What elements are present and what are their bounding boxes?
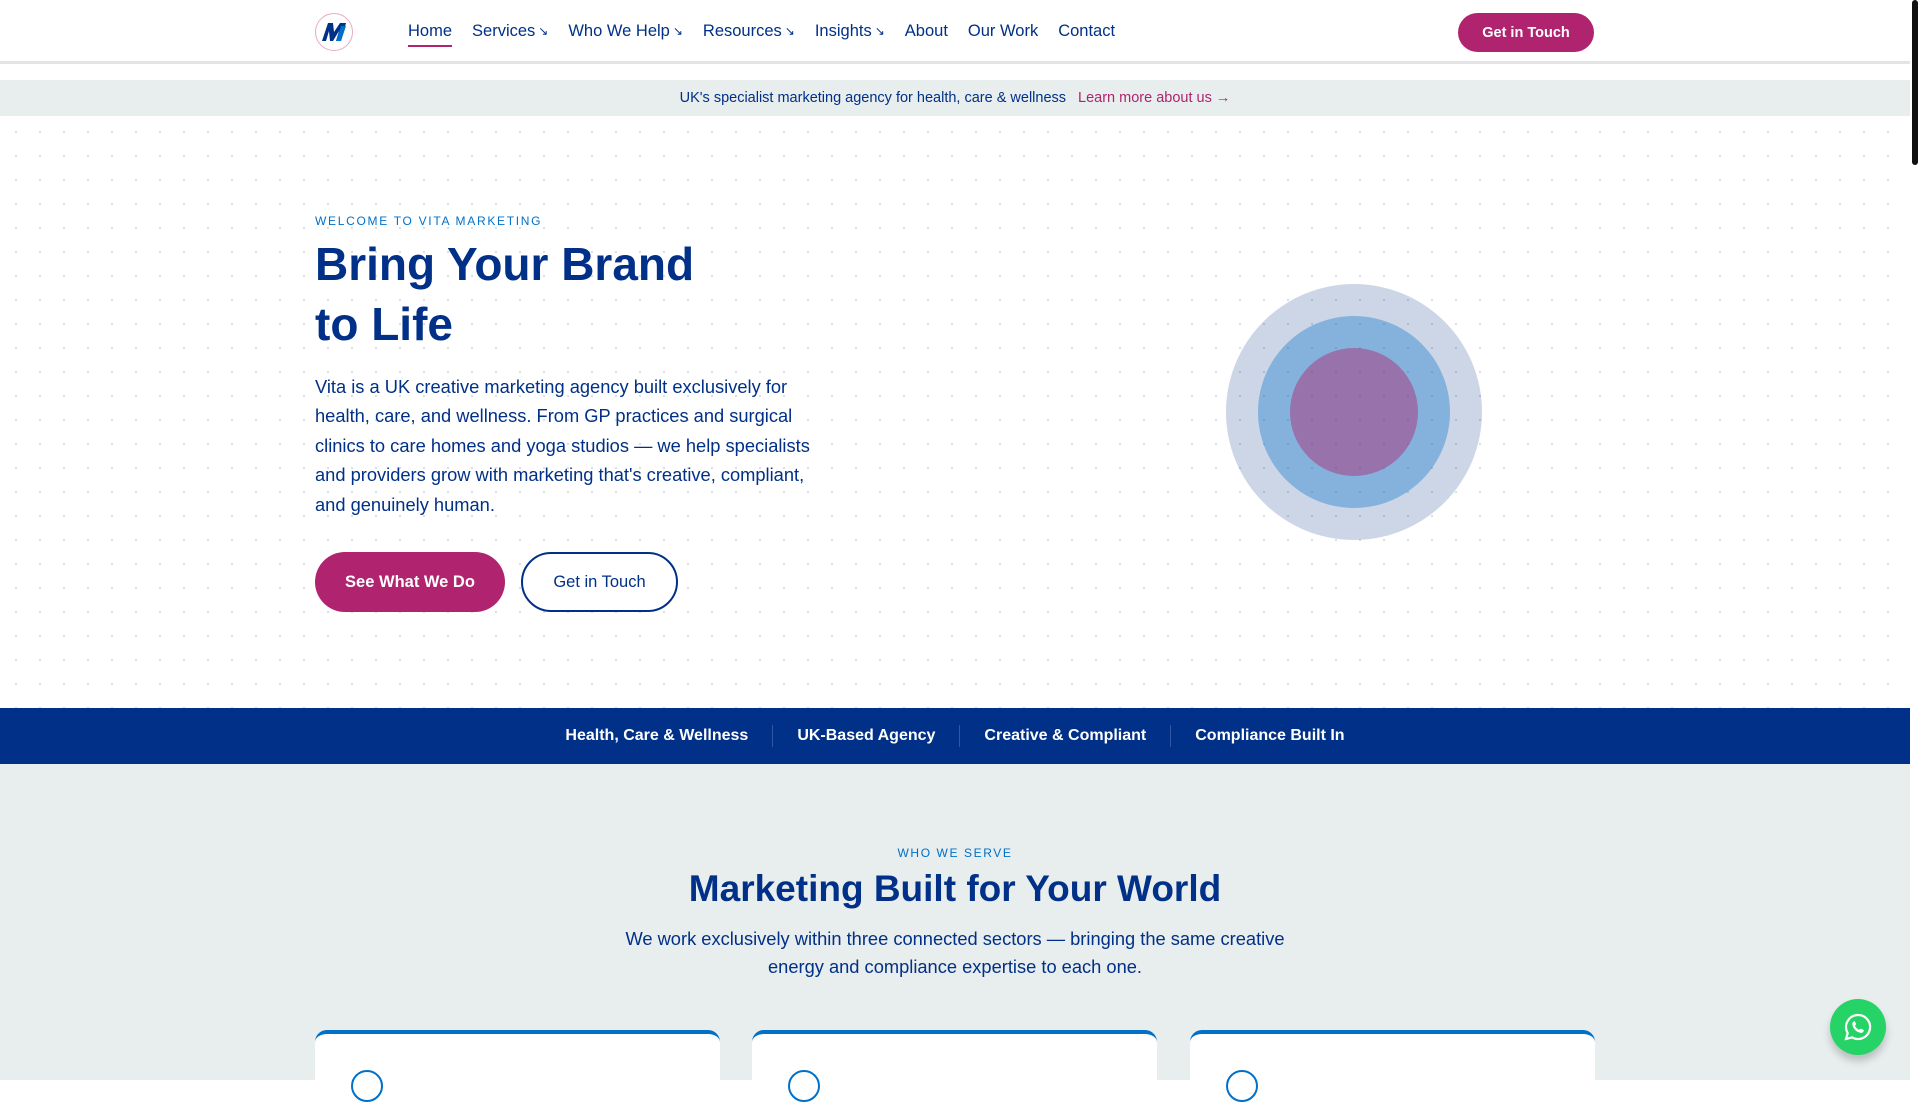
get-in-touch-button[interactable]: Get in Touch — [1458, 13, 1594, 52]
banner-text: UK's specialist marketing agency for hea… — [679, 90, 1067, 106]
nav-label: Who We Help — [568, 21, 670, 40]
values-strip: Health, Care & Wellness UK-Based Agency … — [0, 708, 1910, 764]
scrollbar-thumb[interactable] — [1912, 0, 1918, 165]
nav-who-we-help[interactable]: Who We Help ↘ — [568, 22, 683, 41]
see-what-we-do-button[interactable]: See What We Do — [315, 552, 505, 612]
chevron-down-icon: ↘ — [672, 24, 683, 38]
section-description: We work exclusively within three connect… — [625, 928, 1285, 977]
sector-card[interactable] — [1190, 1030, 1595, 1110]
announcement-banner: UK's specialist marketing agency for hea… — [0, 80, 1910, 116]
chevron-down-icon: ↘ — [784, 24, 795, 38]
nav-label: Contact — [1058, 21, 1116, 40]
strip-item: Compliance Built In — [1170, 725, 1368, 747]
nav-label: About — [904, 21, 948, 40]
nav-links: Home Services ↘ Who We Help ↘ Resources ↘ I… — [408, 0, 1115, 62]
sector-card[interactable] — [752, 1030, 1157, 1110]
chevron-down-icon: ↘ — [874, 24, 885, 38]
strip-item: UK-Based Agency — [772, 725, 959, 747]
circle-inner — [1290, 348, 1418, 476]
section-eyebrow: WHO WE SERVE — [897, 846, 1013, 860]
strip-item: Creative & Compliant — [959, 725, 1170, 747]
hero-description: Vita is a UK creative marketing agency b… — [315, 376, 810, 515]
nav-label: Our Work — [967, 21, 1039, 40]
sector-card[interactable] — [315, 1030, 720, 1110]
whatsapp-button[interactable] — [1830, 999, 1886, 1055]
hero-title: Bring Your Brand to Life — [315, 234, 815, 354]
title-line: Bring Your Brand — [315, 238, 695, 290]
nav-home[interactable]: Home — [408, 21, 453, 47]
nav-our-work[interactable]: Our Work — [968, 22, 1038, 41]
nav-label: Services — [472, 21, 536, 40]
nav-insights[interactable]: Insights ↘ — [815, 22, 885, 41]
scrollbar[interactable] — [1910, 0, 1920, 1080]
top-nav: Home Services ↘ Who We Help ↘ Resources ↘ I… — [0, 0, 1910, 64]
sector-icon — [351, 1070, 383, 1102]
nav-about[interactable]: About — [905, 22, 948, 41]
chevron-down-icon: ↘ — [538, 24, 549, 38]
nav-contact[interactable]: Contact — [1058, 22, 1115, 41]
sector-icon — [1226, 1070, 1258, 1102]
whatsapp-icon — [1844, 1013, 1872, 1041]
section-title: Marketing Built for Your World — [688, 868, 1222, 909]
nav-label: Resources — [702, 21, 782, 40]
nav-services[interactable]: Services ↘ — [472, 22, 548, 41]
strip-item: Health, Care & Wellness — [565, 727, 749, 744]
learn-more-link[interactable]: Learn more about us → — [1078, 90, 1230, 106]
logo[interactable] — [315, 13, 353, 51]
hero-section: WELCOME TO VITA MARKETING Bring Your Bra… — [0, 116, 1910, 708]
nav-resources[interactable]: Resources ↘ — [703, 22, 795, 41]
nav-label: Insights — [814, 21, 872, 40]
hero-get-in-touch-button[interactable]: Get in Touch — [521, 552, 678, 612]
hero-eyebrow: WELCOME TO VITA MARKETING — [315, 214, 543, 228]
logo-icon — [322, 23, 346, 41]
nav-label: Home — [408, 21, 453, 40]
title-line: to Life — [315, 298, 453, 350]
who-we-serve-section: WHO WE SERVE Marketing Built for Your Wo… — [0, 764, 1910, 1110]
sector-icon — [788, 1070, 820, 1102]
